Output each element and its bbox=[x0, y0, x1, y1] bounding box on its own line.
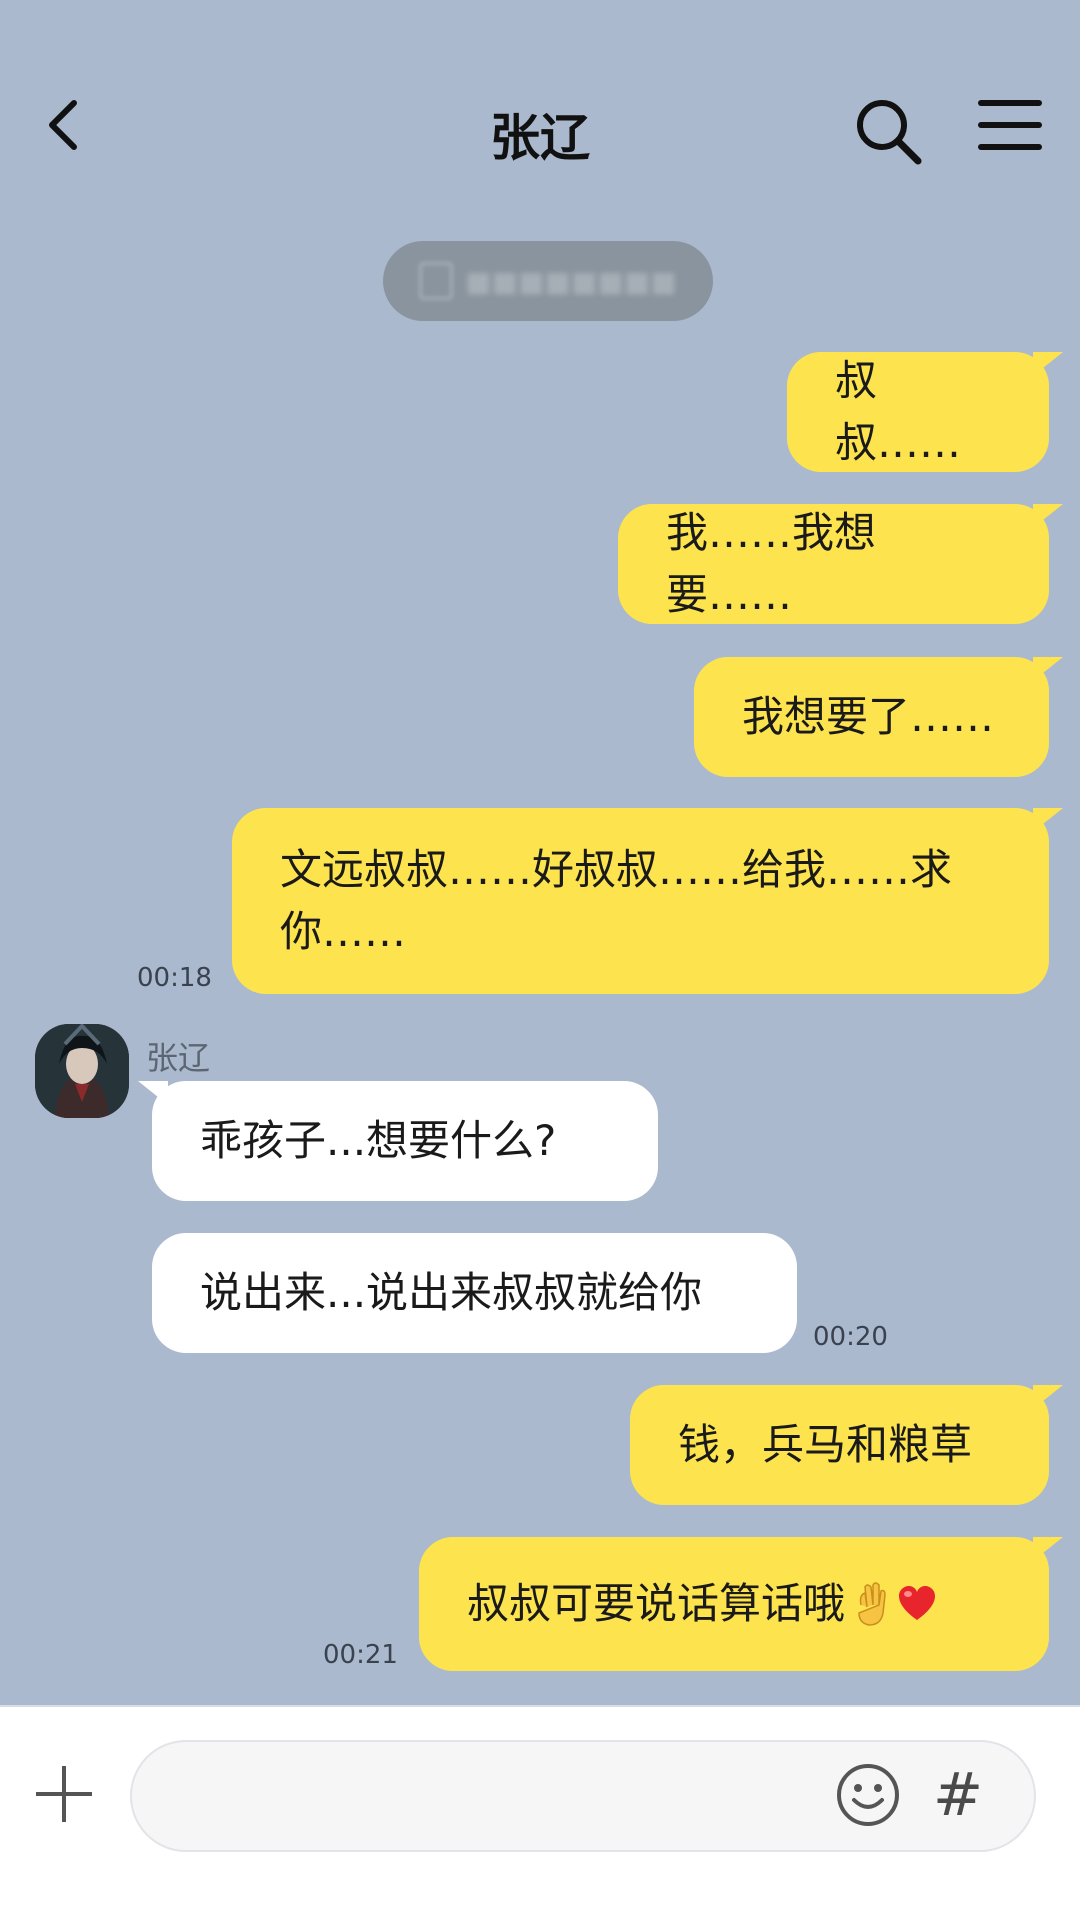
message-input[interactable] bbox=[162, 1762, 816, 1834]
outgoing-message[interactable]: 我想要了…… bbox=[694, 657, 1063, 777]
smile-icon bbox=[837, 1764, 899, 1826]
attach-button[interactable] bbox=[32, 1762, 96, 1826]
message-time: 00:18 bbox=[137, 963, 212, 993]
message-text: 钱，兵马和粮草 bbox=[678, 1420, 973, 1469]
chat-header: 张辽 bbox=[0, 0, 1080, 260]
incoming-message[interactable]: 乖孩子...想要什么? bbox=[138, 1081, 658, 1201]
message-time: 00:20 bbox=[813, 1322, 888, 1352]
outgoing-message[interactable]: 叔叔可要说话算话哦 bbox=[419, 1537, 1063, 1671]
menu-button[interactable] bbox=[975, 95, 1045, 155]
emoji-button[interactable] bbox=[835, 1762, 901, 1828]
incoming-message[interactable]: 说出来...说出来叔叔就给你 bbox=[152, 1233, 797, 1353]
outgoing-message[interactable]: 叔叔…… bbox=[787, 352, 1063, 472]
message-text-line2: 你…… bbox=[280, 907, 407, 956]
message-text-line1: 文远叔叔……好叔叔……给我……求 bbox=[280, 845, 953, 894]
date-divider: ■■■■■■■■ bbox=[383, 241, 713, 321]
sender-name: 张辽 bbox=[146, 1039, 211, 1077]
avatar-image bbox=[35, 1024, 129, 1118]
plus-icon bbox=[36, 1766, 92, 1822]
message-text: 叔叔可要说话算话哦 bbox=[467, 1579, 846, 1628]
search-icon bbox=[857, 100, 922, 165]
hand-icon bbox=[858, 1582, 886, 1626]
outgoing-message[interactable]: 钱，兵马和粮草 bbox=[630, 1385, 1063, 1505]
avatar[interactable] bbox=[35, 1024, 129, 1118]
message-text: 说出来...说出来叔叔就给你 bbox=[200, 1268, 703, 1317]
calendar-icon bbox=[419, 262, 454, 300]
hash-button[interactable]: # bbox=[928, 1760, 988, 1830]
outgoing-message[interactable]: 我……我想要…… bbox=[618, 504, 1063, 624]
search-button[interactable] bbox=[852, 95, 924, 167]
date-text-blurred: ■■■■■■■■ bbox=[465, 264, 677, 298]
message-text: 乖孩子...想要什么? bbox=[200, 1116, 557, 1165]
outgoing-message[interactable]: 文远叔叔……好叔叔……给我……求 你…… bbox=[232, 808, 1063, 994]
menu-icon bbox=[978, 100, 1042, 150]
hash-icon: # bbox=[932, 1760, 984, 1830]
message-text: 我……我想要…… bbox=[666, 508, 877, 619]
message-text: 我想要了…… bbox=[742, 692, 995, 741]
heart-icon bbox=[899, 1586, 936, 1620]
message-text: 叔叔…… bbox=[835, 356, 962, 467]
message-time: 00:21 bbox=[323, 1640, 398, 1670]
